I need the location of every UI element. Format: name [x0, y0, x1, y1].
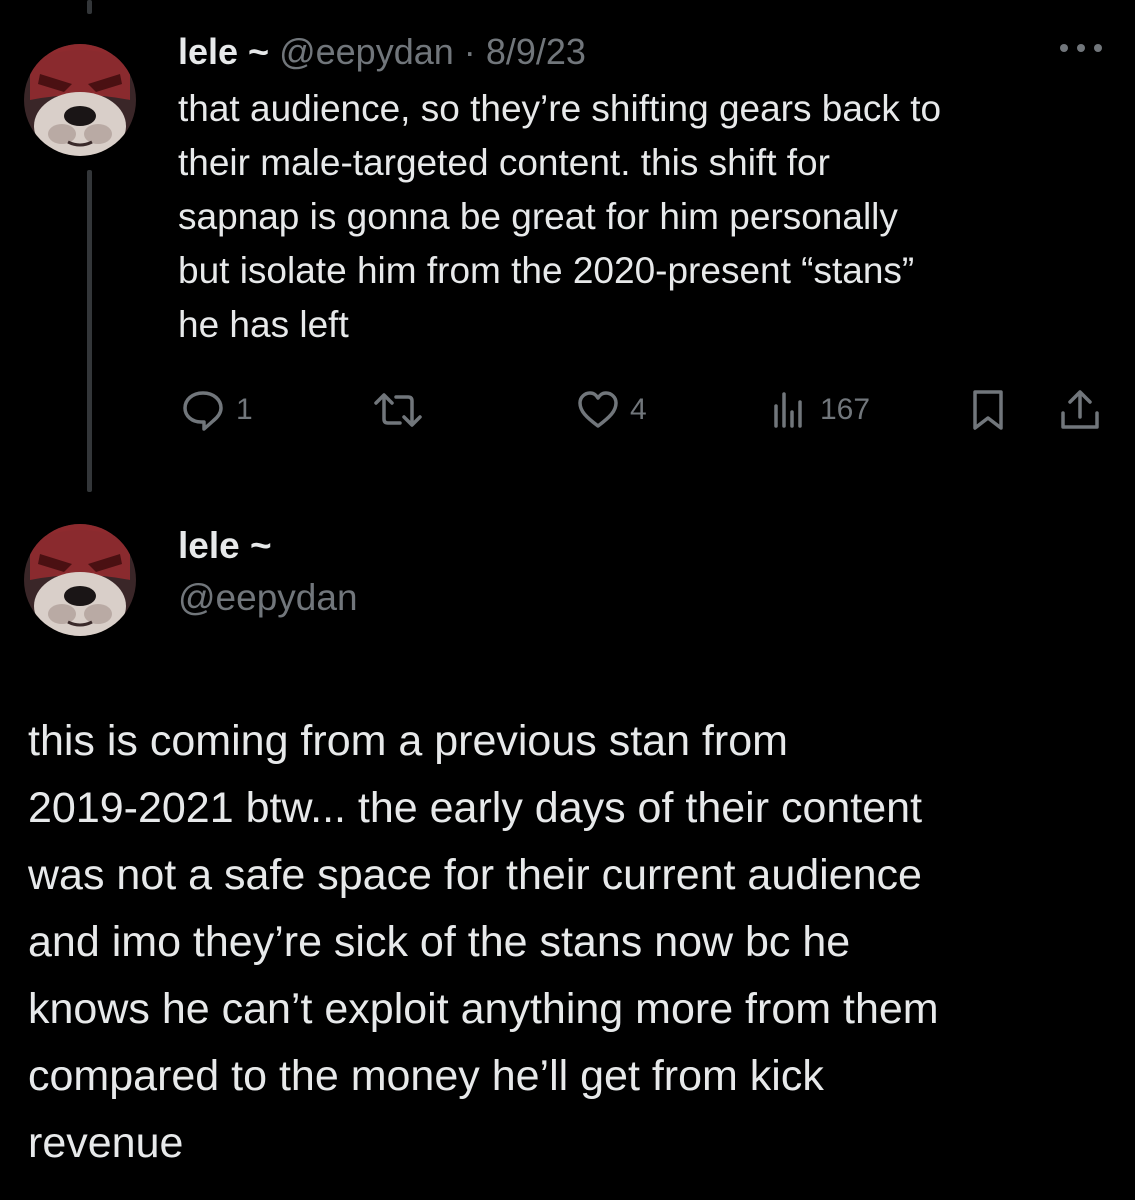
text-line: he has left: [178, 304, 349, 345]
text-line: but isolate him from the 2020-present “s…: [178, 250, 915, 291]
bookmark-button[interactable]: [970, 386, 1006, 434]
text-line: this is coming from a previous stan from: [28, 717, 788, 765]
display-name[interactable]: lele ~: [178, 524, 272, 568]
like-count: 4: [630, 393, 647, 426]
text-line: their male-targeted content. this shift …: [178, 142, 830, 183]
avatar[interactable]: [24, 524, 136, 636]
tweet-1-text: that audience, so they’re shifting gears…: [178, 82, 1108, 352]
text-line: was not a safe space for their current a…: [28, 851, 922, 899]
text-line: compared to the money he’ll get from kic…: [28, 1052, 824, 1100]
reply-icon: [180, 387, 226, 433]
separator-dot: ·: [463, 31, 476, 72]
display-name[interactable]: lele ~: [178, 31, 269, 72]
avatar[interactable]: [24, 44, 136, 156]
share-button[interactable]: [1058, 386, 1102, 434]
views-icon: [770, 390, 810, 430]
retweet-icon: [370, 387, 426, 433]
text-line: that audience, so they’re shifting gears…: [178, 88, 942, 129]
tweet-1-header: lele ~ @eepydan · 8/9/23: [178, 30, 586, 74]
reply-count: 1: [236, 393, 253, 426]
thread-connector-top: [87, 0, 92, 14]
text-line: revenue: [28, 1119, 184, 1167]
retweet-button[interactable]: [370, 386, 436, 434]
bookmark-icon: [970, 387, 1006, 433]
more-icon[interactable]: [1058, 40, 1104, 56]
tweet-2-text: this is coming from a previous stan from…: [28, 708, 1118, 1177]
text-line: and imo they’re sick of the stans now bc…: [28, 918, 851, 966]
user-handle[interactable]: @eepydan: [279, 31, 454, 72]
like-button[interactable]: 4: [576, 386, 647, 434]
text-line: 2019-2021 btw... the early days of their…: [28, 784, 923, 832]
view-count: 167: [820, 393, 871, 426]
like-icon: [576, 388, 620, 432]
user-handle[interactable]: @eepydan: [178, 576, 358, 620]
views-button[interactable]: 167: [770, 386, 870, 434]
thread-connector: [87, 170, 92, 492]
share-icon: [1058, 387, 1102, 433]
text-line: knows he can’t exploit anything more fro…: [28, 985, 939, 1033]
tweet-date[interactable]: 8/9/23: [486, 31, 586, 72]
reply-button[interactable]: 1: [180, 386, 253, 434]
text-line: sapnap is gonna be great for him persona…: [178, 196, 898, 237]
